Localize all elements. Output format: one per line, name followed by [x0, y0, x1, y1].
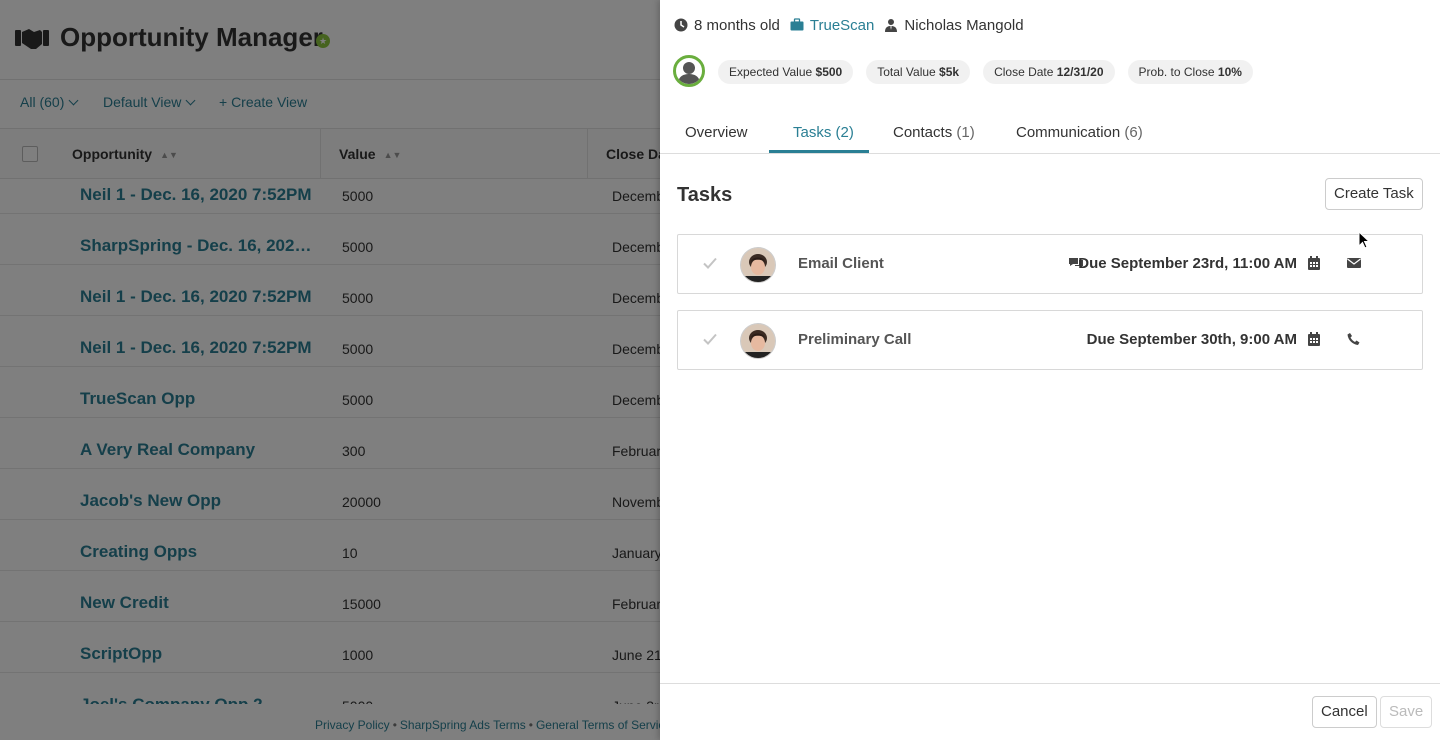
opportunity-drawer: 8 months old TrueScan Nicholas Mangold E…: [660, 0, 1440, 740]
tab-label: Overview: [685, 124, 748, 141]
user-tie-icon: [885, 19, 898, 32]
summary-pills: Expected Value $500 Total Value $5k Clos…: [718, 60, 1266, 84]
phone-icon[interactable]: [1346, 332, 1362, 346]
opportunity-avatar: [673, 55, 705, 87]
owner-name: Nicholas Mangold: [904, 16, 1024, 34]
tab-overview[interactable]: Overview: [685, 124, 748, 141]
tab-communication[interactable]: Communication (6): [1016, 124, 1143, 141]
pill-value: $500: [815, 65, 843, 79]
company-link[interactable]: TrueScan: [810, 17, 874, 34]
pill-label: Prob. to Close: [1138, 65, 1215, 79]
tab-count: (2): [835, 124, 854, 141]
assignee-avatar: [741, 324, 775, 358]
age-text: 8 months old: [694, 16, 780, 34]
tab-label: Communication: [1016, 124, 1121, 141]
task-card[interactable]: Preliminary Call Due September 30th, 9:00…: [677, 310, 1423, 370]
clock-icon: [674, 18, 688, 32]
pill-label: Total Value: [877, 65, 936, 79]
pill-value: 12/31/20: [1056, 65, 1104, 79]
envelope-icon[interactable]: [1346, 256, 1362, 270]
pill-label: Expected Value: [729, 65, 813, 79]
age-info: 8 months old: [674, 17, 780, 34]
assignee-avatar: [741, 248, 775, 282]
tab-label: Tasks: [793, 124, 832, 141]
probability-pill: Prob. to Close 10%: [1127, 60, 1253, 84]
tasks-heading: Tasks: [677, 184, 733, 206]
tab-count: (1): [956, 124, 975, 141]
task-name[interactable]: Preliminary Call: [798, 331, 911, 348]
task-due-date: Due September 23rd, 11:00 AM: [1078, 255, 1297, 272]
create-task-button[interactable]: Create Task: [1325, 178, 1423, 210]
task-card[interactable]: Email Client Due September 23rd, 11:00 AM: [677, 234, 1423, 294]
briefcase-icon: [790, 18, 804, 31]
save-button[interactable]: Save: [1380, 696, 1433, 728]
task-name[interactable]: Email Client: [798, 255, 884, 272]
pill-value: 10%: [1217, 65, 1242, 79]
tab-contacts[interactable]: Contacts (1): [893, 124, 975, 141]
user-silhouette-icon: [678, 62, 700, 84]
pill-value: $5k: [939, 65, 960, 79]
drawer-footer: Cancel Save: [660, 683, 1440, 740]
owner-info: Nicholas Mangold: [884, 16, 1024, 34]
complete-task-check-icon[interactable]: [702, 331, 718, 347]
cancel-button[interactable]: Cancel: [1312, 696, 1377, 728]
calendar-icon[interactable]: [1307, 255, 1321, 271]
tab-tasks[interactable]: Tasks (2): [793, 124, 854, 141]
active-tab-indicator: [769, 150, 869, 153]
drawer-tabs: Overview Tasks (2) Contacts (1) Communic…: [660, 110, 1440, 154]
pill-label: Close Date: [994, 65, 1054, 79]
company-info[interactable]: TrueScan: [790, 17, 874, 34]
mouse-cursor-icon: [1358, 231, 1370, 249]
task-due-date: Due September 30th, 9:00 AM: [1086, 331, 1297, 348]
calendar-icon[interactable]: [1307, 331, 1321, 347]
tab-count: (6): [1124, 124, 1143, 141]
total-value-pill: Total Value $5k: [866, 60, 971, 84]
opportunity-meta: 8 months old TrueScan Nicholas Mangold: [674, 15, 1034, 35]
tab-label: Contacts: [893, 124, 953, 141]
close-date-pill: Close Date 12/31/20: [983, 60, 1115, 84]
modal-backdrop[interactable]: [0, 0, 660, 740]
expected-value-pill: Expected Value $500: [718, 60, 854, 84]
complete-task-check-icon[interactable]: [702, 255, 718, 271]
